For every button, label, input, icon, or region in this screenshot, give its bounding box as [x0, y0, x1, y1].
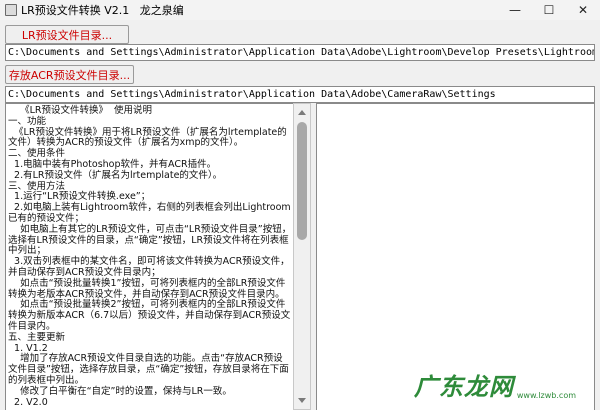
- readme-scrollbar[interactable]: [293, 103, 311, 410]
- scrollbar-thumb[interactable]: [297, 122, 307, 240]
- window-title: LR预设文件转换 V2.1 龙之泉编: [21, 4, 184, 17]
- maximize-button[interactable]: ☐: [532, 0, 566, 20]
- acr-preset-path-field[interactable]: C:\Documents and Settings\Administrator\…: [5, 86, 595, 103]
- close-button[interactable]: ✕: [566, 0, 600, 20]
- watermark-url: www.lzwb.com: [516, 391, 576, 400]
- title-bar: LR预设文件转换 V2.1 龙之泉编 — ☐ ✕: [0, 0, 600, 20]
- preset-listbox[interactable]: 广东龙网 www.lzwb.com: [316, 103, 595, 410]
- acr-preset-dir-button[interactable]: 存放ACR预设文件目录...: [5, 65, 134, 84]
- app-icon: [5, 4, 17, 16]
- minimize-button[interactable]: —: [498, 0, 532, 20]
- watermark: 广东龙网 www.lzwb.com: [414, 367, 576, 402]
- scroll-up-arrow-icon[interactable]: [298, 110, 306, 115]
- scroll-down-arrow-icon[interactable]: [298, 398, 306, 403]
- lr-preset-path-field[interactable]: C:\Documents and Settings\Administrator\…: [5, 44, 595, 61]
- readme-textbox[interactable]: 《LR预设文件转换》 使用说明 一、功能 《LR预设文件转换》用于将LR预设文件…: [5, 103, 311, 410]
- watermark-text: 广东龙网: [413, 372, 514, 401]
- lr-preset-dir-button[interactable]: LR预设文件目录...: [5, 25, 129, 44]
- readme-text: 《LR预设文件转换》 使用说明 一、功能 《LR预设文件转换》用于将LR预设文件…: [8, 105, 292, 408]
